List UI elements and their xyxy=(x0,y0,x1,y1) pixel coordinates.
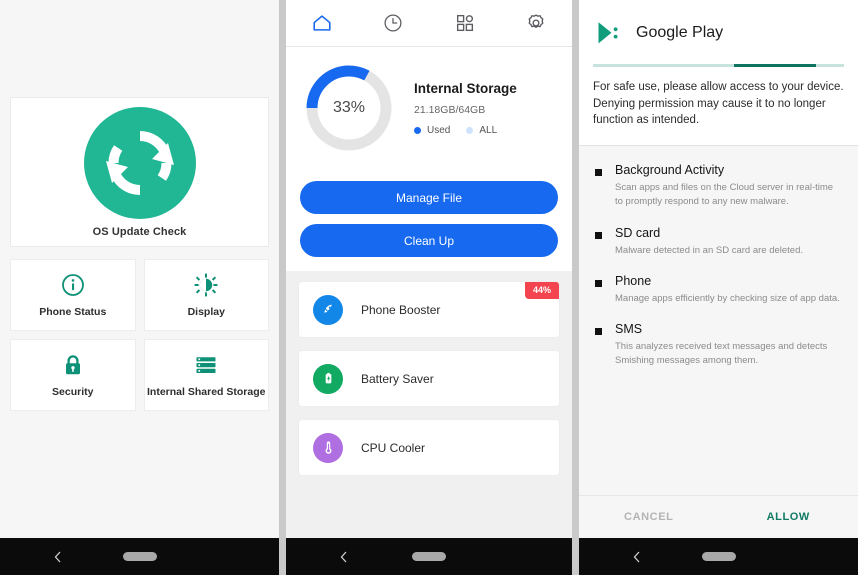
permission-title: SD card xyxy=(615,225,661,240)
clean-up-button[interactable]: Clean Up xyxy=(300,224,558,257)
brightness-icon xyxy=(194,273,218,297)
google-play-icon xyxy=(593,18,623,48)
permission-progress-fill xyxy=(733,64,817,67)
back-chevron-icon[interactable] xyxy=(338,551,350,563)
tool-card-cpu-cooler[interactable]: CPU Cooler xyxy=(298,419,560,476)
legend-dot-all xyxy=(466,126,474,134)
os-update-check-label: OS Update Check xyxy=(92,225,187,238)
google-play-header: Google Play xyxy=(579,0,858,67)
storage-donut-chart: 33% xyxy=(302,61,396,155)
thermometer-icon xyxy=(313,432,343,463)
storage-info: Internal Storage 21.18GB/64GB Used ALL xyxy=(414,81,517,136)
permission-title: Background Activity xyxy=(615,163,725,178)
tile-label: Phone Status xyxy=(39,305,107,318)
legend-label: ALL xyxy=(479,124,498,136)
tile-label: Display xyxy=(187,305,225,318)
cancel-button[interactable]: CANCEL xyxy=(579,511,719,523)
tile-label: Security xyxy=(52,385,94,398)
permission-title: Phone xyxy=(615,273,652,288)
tool-label: Battery Saver xyxy=(361,371,434,386)
os-update-check-card[interactable]: OS Update Check xyxy=(10,97,269,247)
device-tile-grid: Phone Status Display Security Internal S… xyxy=(10,259,269,411)
android-navbar xyxy=(286,538,572,575)
tile-security[interactable]: Security xyxy=(10,339,136,411)
internal-storage-card: 33% Internal Storage 21.18GB/64GB Used A… xyxy=(286,47,572,173)
storage-percent-label: 33% xyxy=(332,99,366,116)
permission-desc: Manage apps efficiently by checking size… xyxy=(615,292,840,304)
permission-item-background-activity: Background Activity Scan apps and files … xyxy=(595,163,842,210)
info-circle-icon xyxy=(61,273,85,297)
tile-label: Internal Shared Storage xyxy=(147,385,266,398)
back-chevron-icon[interactable] xyxy=(631,551,643,563)
tool-card-phone-booster[interactable]: Phone Booster 44% xyxy=(298,281,560,338)
permission-item-sd-card: SD card Malware detected in an SD card a… xyxy=(595,226,842,258)
permission-title: SMS xyxy=(615,322,643,337)
bullet-square-icon xyxy=(595,328,602,336)
home-pill-indicator[interactable] xyxy=(701,552,736,561)
permission-progress-bar xyxy=(593,64,844,67)
permission-list: Background Activity Scan apps and files … xyxy=(579,146,858,495)
tile-display[interactable]: Display xyxy=(143,259,269,331)
allow-button[interactable]: ALLOW xyxy=(719,511,858,523)
legend-item-used: Used xyxy=(414,125,450,136)
panel-middle-body: 33% Internal Storage 21.18GB/64GB Used A… xyxy=(286,0,572,538)
status-badge: 44% xyxy=(524,282,559,299)
tool-label: Phone Booster xyxy=(361,302,441,317)
storage-title: Internal Storage xyxy=(414,80,517,96)
panel-google-play-permissions: Google Play For safe use, please allow a… xyxy=(579,0,858,575)
permission-item-sms: SMS This analyzes received text messages… xyxy=(595,322,842,369)
tool-card-list: Phone Booster 44% Battery Saver CPU Cool… xyxy=(286,271,572,476)
rocket-icon xyxy=(313,294,343,325)
panel-left-body: OS Update Check Phone Status Display Sec… xyxy=(0,0,279,538)
battery-icon xyxy=(313,363,343,394)
three-phone-screens: OS Update Check Phone Status Display Sec… xyxy=(0,0,858,575)
storage-usage-text: 21.18GB/64GB xyxy=(414,103,486,116)
tab-apps[interactable] xyxy=(429,0,501,46)
lock-icon xyxy=(61,353,85,377)
google-play-title: Google Play xyxy=(636,24,724,41)
tab-home[interactable] xyxy=(286,0,358,46)
top-tabbar xyxy=(286,0,572,47)
tab-settings[interactable] xyxy=(501,0,573,46)
home-pill-indicator[interactable] xyxy=(122,552,157,561)
panel-right-body: Google Play For safe use, please allow a… xyxy=(579,0,858,538)
bullet-square-icon xyxy=(595,231,602,239)
permission-desc: Malware detected in an SD card are delet… xyxy=(615,244,803,256)
legend-dot-used xyxy=(414,126,421,134)
tab-history[interactable] xyxy=(358,0,430,46)
android-navbar xyxy=(579,538,858,575)
permission-description: For safe use, please allow access to you… xyxy=(579,67,858,147)
home-pill-indicator[interactable] xyxy=(412,552,446,561)
permission-actions: CANCEL ALLOW xyxy=(579,495,858,538)
storage-list-icon xyxy=(194,353,218,377)
permission-desc: Scan apps and files on the Cloud server … xyxy=(615,182,834,208)
legend-label: Used xyxy=(427,124,451,136)
permission-item-phone: Phone Manage apps efficiently by checkin… xyxy=(595,274,842,306)
back-chevron-icon[interactable] xyxy=(52,551,64,563)
bullet-square-icon xyxy=(595,169,602,177)
panel-device-tools: OS Update Check Phone Status Display Sec… xyxy=(0,0,279,575)
android-navbar xyxy=(0,538,279,575)
panel-cleaner-home: 33% Internal Storage 21.18GB/64GB Used A… xyxy=(286,0,572,575)
tile-internal-shared-storage[interactable]: Internal Shared Storage xyxy=(143,339,269,411)
bullet-square-icon xyxy=(595,279,602,287)
storage-action-buttons: Manage File Clean Up xyxy=(286,173,572,271)
manage-file-button[interactable]: Manage File xyxy=(300,181,558,214)
storage-legend: Used ALL xyxy=(414,125,517,136)
tool-label: CPU Cooler xyxy=(361,440,426,455)
tool-card-battery-saver[interactable]: Battery Saver xyxy=(298,350,560,407)
refresh-sync-icon xyxy=(83,106,196,219)
tile-phone-status[interactable]: Phone Status xyxy=(10,259,136,331)
legend-item-all: ALL xyxy=(466,125,497,136)
permission-desc: This analyzes received text messages and… xyxy=(615,341,828,367)
